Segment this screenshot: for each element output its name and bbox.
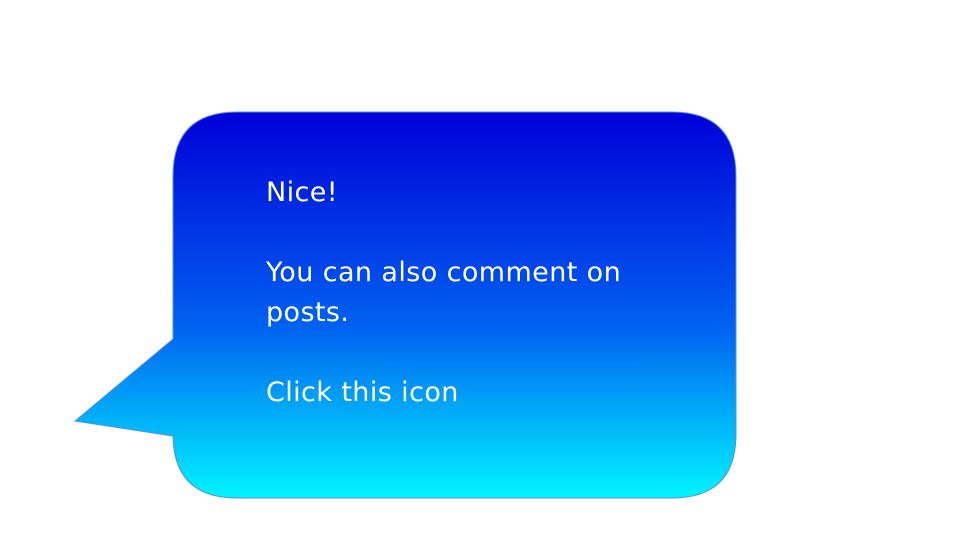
tooltip-body: You can also comment on posts. — [266, 257, 622, 328]
tooltip-instruction: Click this icon — [266, 377, 459, 408]
tooltip-heading: Nice! — [266, 177, 338, 208]
tooltip-message: Nice! You can also comment on posts. Cli… — [266, 173, 686, 413]
tutorial-overlay: Nice! You can also comment on posts. Cli… — [0, 0, 960, 540]
